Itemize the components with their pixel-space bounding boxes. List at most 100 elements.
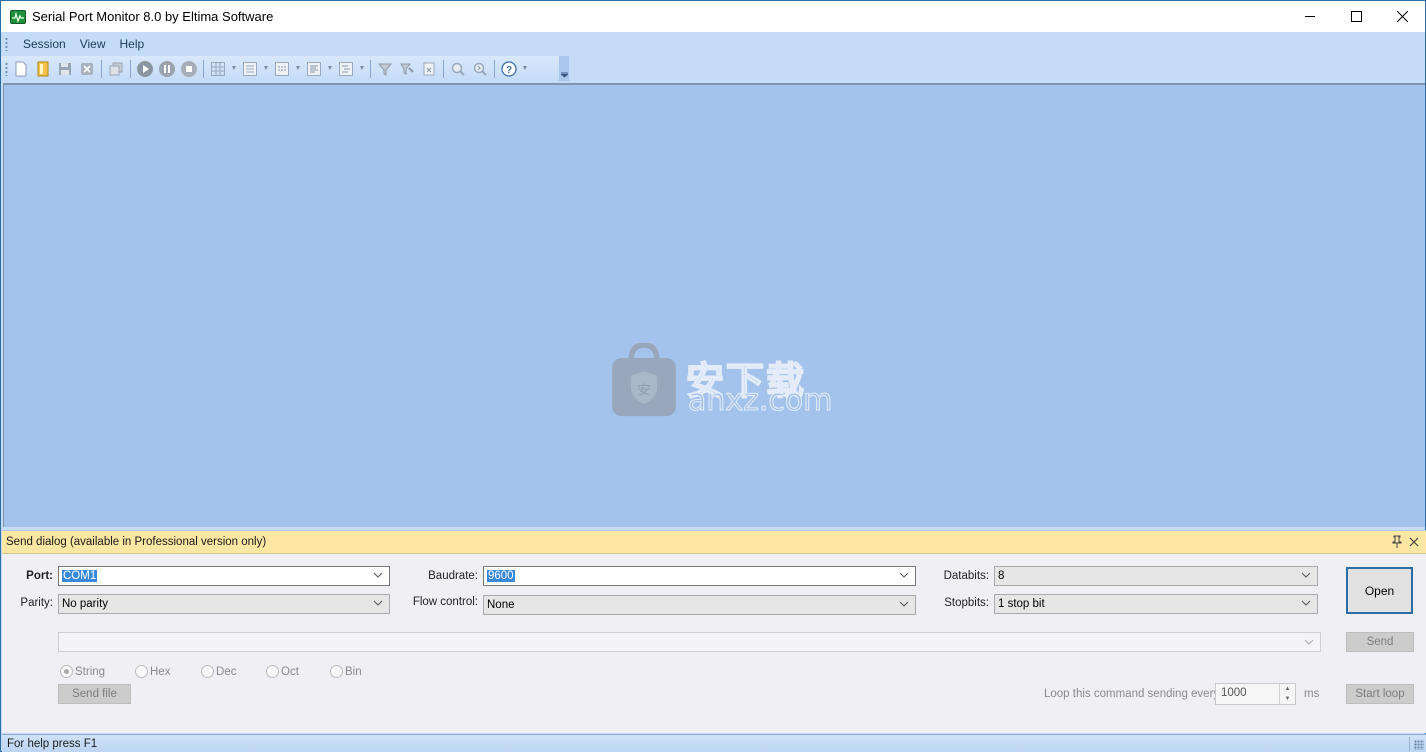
toolbar: ▼ ▼ ▼ ▼ ▼ ? ▼ [1,56,569,81]
format-label: Oct [281,665,299,678]
close-session-button[interactable] [76,58,98,80]
dump-view-icon [275,61,289,76]
baudrate-select[interactable]: 9600 [483,566,916,586]
toolbar-overflow-button[interactable] [559,56,569,81]
monitor-view-area: 安 安下载 anxz.com [3,83,1425,527]
terminal-view-dropdown-icon[interactable]: ▼ [325,65,335,72]
stop-button[interactable] [178,58,200,80]
app-waveform-icon [10,9,26,24]
pause-icon [159,60,175,77]
filter-settings-button[interactable] [396,58,418,80]
status-text: For help press F1 [7,737,98,750]
send-dialog-header: Send dialog (available in Professional v… [2,531,1426,554]
format-radio-dec[interactable]: Dec [201,665,236,678]
table-view-dropdown-icon[interactable]: ▼ [229,65,239,72]
format-radio-bin[interactable]: Bin [330,665,362,678]
menu-view[interactable]: View [73,34,113,54]
find-button[interactable] [447,58,469,80]
menu-bar: Session View Help [1,32,1425,55]
help-button[interactable]: ? [498,58,520,80]
stepper-down-icon[interactable]: ▼ [1280,694,1295,704]
loop-interval-stepper[interactable]: ▲ ▼ [1279,684,1295,704]
start-loop-button[interactable]: Start loop [1346,684,1414,704]
chevron-down-icon [899,572,909,578]
line-view-dropdown-icon[interactable]: ▼ [261,65,271,72]
pause-button[interactable] [156,58,178,80]
radio-icon [201,665,214,678]
send-file-button[interactable]: Send file [58,684,131,704]
databits-label: Databits: [943,570,989,582]
window-title: Serial Port Monitor 8.0 by Eltima Softwa… [32,9,274,24]
toolbar-separator [494,59,495,78]
menu-grip-icon[interactable] [5,36,8,51]
find-next-button[interactable] [469,58,491,80]
start-monitoring-button[interactable] [134,58,156,80]
copy-button[interactable] [105,58,127,80]
baudrate-label: Baudrate: [428,570,478,582]
new-session-button[interactable] [10,58,32,80]
flow-control-select[interactable]: None [483,595,916,615]
chevron-down-icon [1301,600,1311,606]
format-radio-string[interactable]: String [60,665,105,678]
toolbar-separator [443,59,444,78]
filter-button[interactable] [374,58,396,80]
start-monitoring-icon [137,60,153,77]
chevron-down-icon [373,600,383,606]
parity-value: No parity [62,598,109,610]
stepper-up-icon[interactable]: ▲ [1280,684,1295,694]
help-dropdown-icon[interactable]: ▼ [520,65,530,72]
loop-interval-value: 1000 [1221,687,1247,699]
watermark-bag-icon: 安 [612,343,676,417]
format-label: Hex [150,665,171,678]
loop-interval-input[interactable]: 1000 ▲ ▼ [1215,683,1296,705]
toolbar-grip-icon[interactable] [5,61,8,76]
clear-button[interactable] [418,58,440,80]
menu-help[interactable]: Help [113,34,152,54]
stopbits-label: Stopbits: [944,597,989,609]
databits-select[interactable]: 8 [994,566,1318,586]
send-dialog-title: Send dialog (available in Professional v… [6,536,267,548]
format-radio-hex[interactable]: Hex [135,665,170,678]
modbus-view-dropdown-icon[interactable]: ▼ [357,65,367,72]
line-view-button[interactable] [239,58,261,80]
toolbar-separator [130,59,131,78]
maximize-button[interactable] [1333,1,1379,32]
chevron-down-icon [899,601,909,607]
pin-icon[interactable] [1391,535,1403,549]
open-session-button[interactable] [32,58,54,80]
save-button[interactable] [54,58,76,80]
format-label: Bin [345,665,362,678]
parity-label: Parity: [20,597,53,609]
menu-session[interactable]: Session [16,34,73,54]
table-view-button[interactable] [207,58,229,80]
stopbits-select[interactable]: 1 stop bit [994,594,1318,614]
modbus-view-button[interactable] [335,58,357,80]
close-icon [1396,11,1408,22]
close-session-icon [81,62,93,75]
dump-view-button[interactable] [271,58,293,80]
panel-close-icon[interactable] [1408,536,1420,548]
format-radio-oct[interactable]: Oct [266,665,299,678]
find-icon [451,62,465,76]
app-window: Serial Port Monitor 8.0 by Eltima Softwa… [0,0,1426,752]
minimize-icon [1304,16,1315,17]
watermark-en-text: anxz.com [688,383,834,419]
terminal-view-button[interactable] [303,58,325,80]
flow-control-label: Flow control: [412,596,478,608]
radio-selected-icon [60,665,73,678]
parity-select[interactable]: No parity [58,594,390,614]
databits-value: 8 [998,570,1005,582]
command-input[interactable] [58,632,1321,652]
close-button[interactable] [1379,1,1425,32]
open-port-button[interactable]: Open [1346,567,1413,614]
resize-grip-icon[interactable] [1414,740,1424,750]
toolbar-separator [101,59,102,78]
chevron-down-icon [373,572,383,578]
minimize-button[interactable] [1287,1,1333,32]
send-button[interactable]: Send [1346,632,1414,652]
find-next-icon [473,62,487,76]
port-select[interactable]: COM1 [58,566,390,586]
table-view-icon [211,61,225,76]
dump-view-dropdown-icon[interactable]: ▼ [293,65,303,72]
radio-icon [330,665,343,678]
